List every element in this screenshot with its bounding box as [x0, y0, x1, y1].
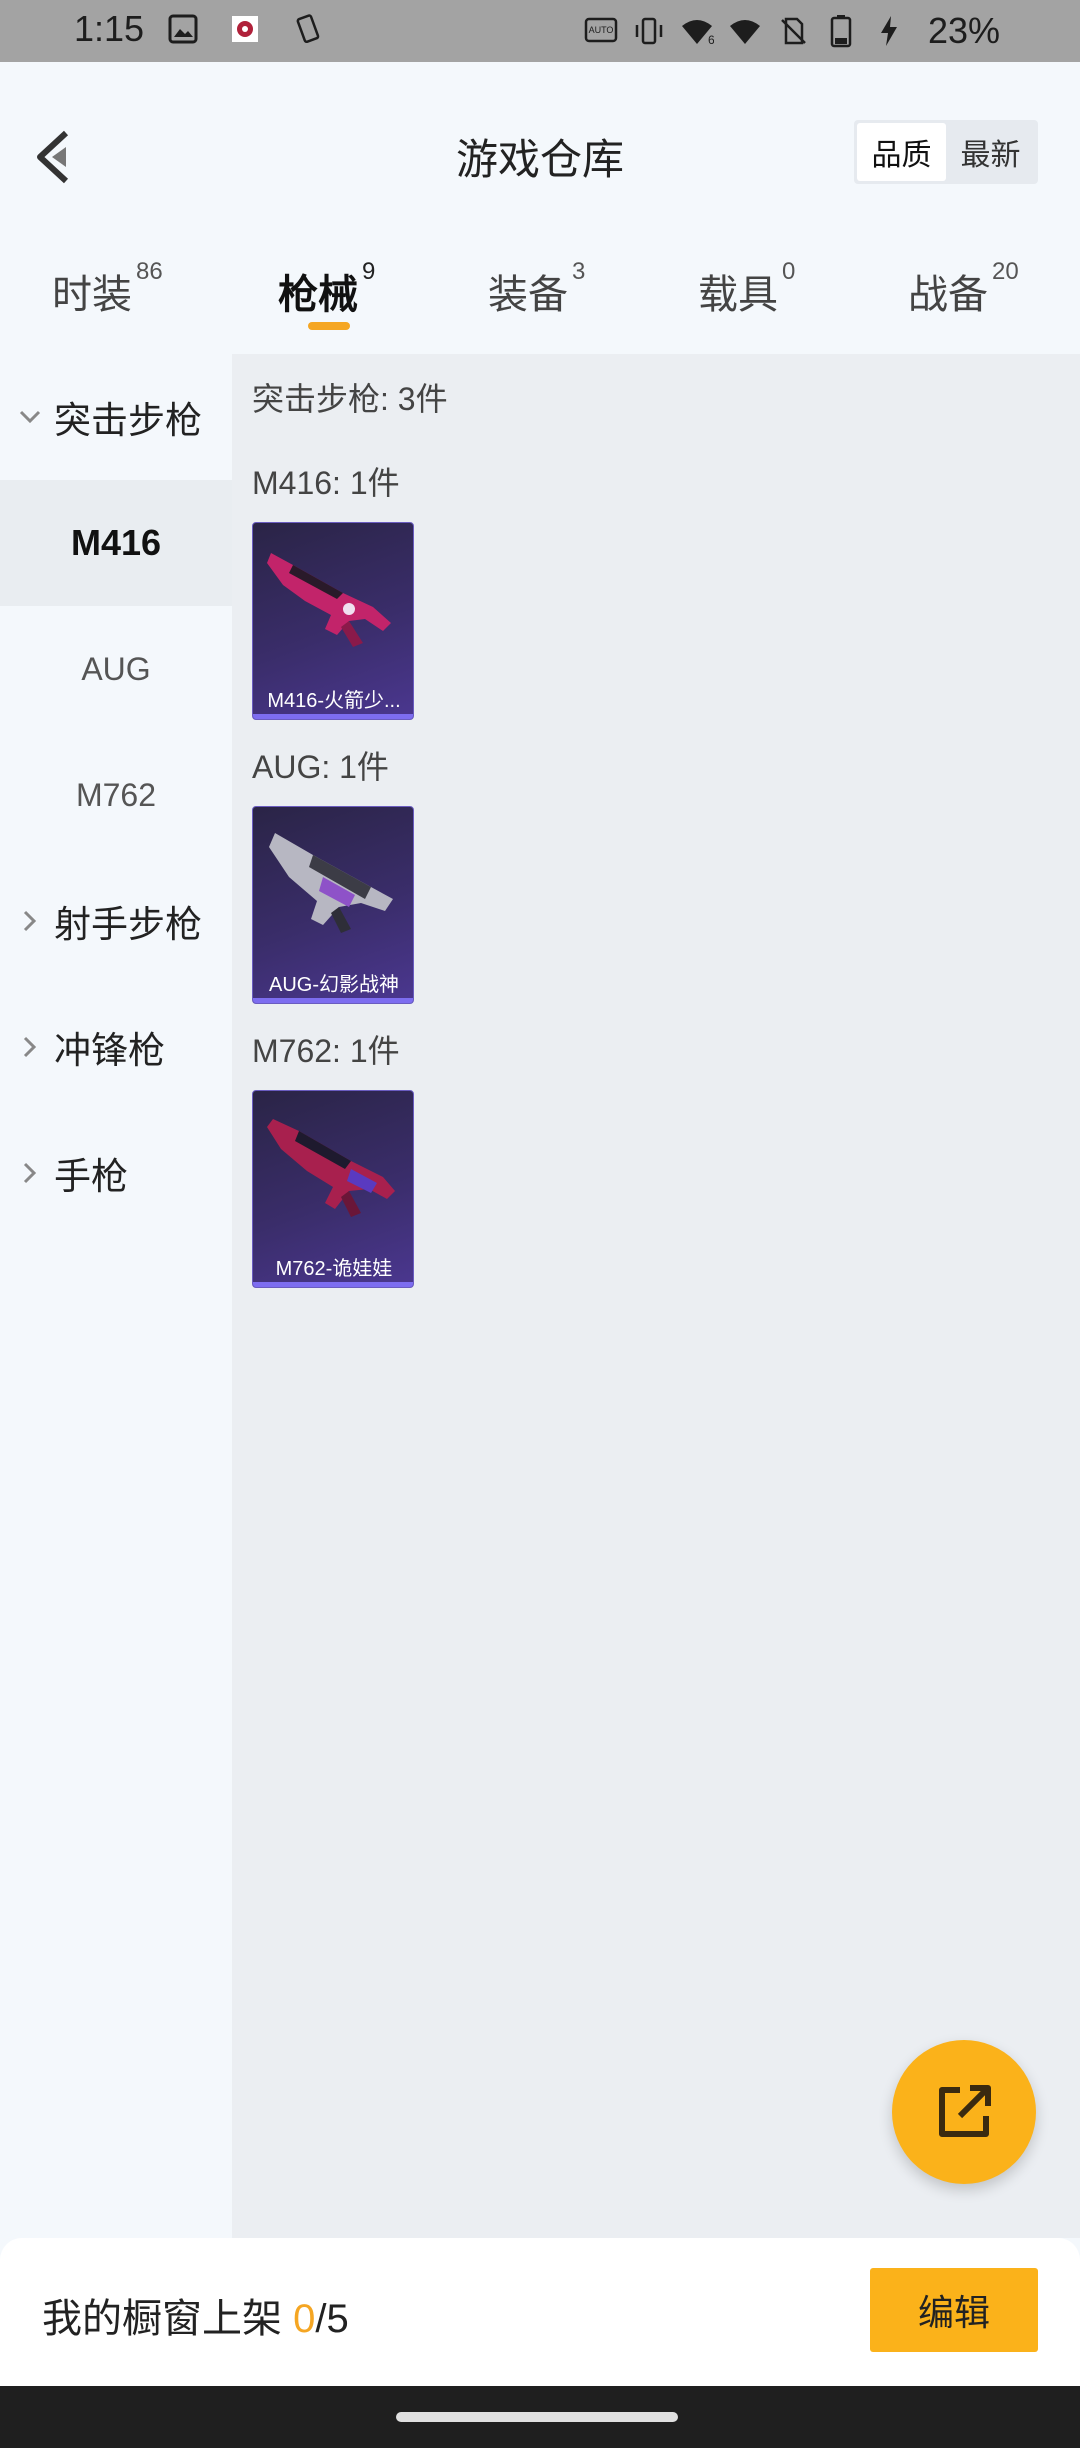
- group-heading-m762: M762: 1件: [252, 1033, 400, 1069]
- tab-supplies[interactable]: 战备20: [908, 258, 1019, 320]
- weapon-card-aug[interactable]: AUG-幻影战神: [252, 806, 414, 1004]
- showcase-status: 我的橱窗上架 0/5: [42, 2286, 349, 2344]
- weapon-category-sidebar: 突击步枪 M416 AUG M762 射手步枪 冲锋枪 手枪: [0, 354, 232, 2238]
- tab-count: 86: [136, 258, 163, 285]
- aug-skin-image: [269, 833, 393, 933]
- sort-toggle: 品质 最新: [854, 120, 1038, 184]
- weapon-card-m416[interactable]: M416-火箭少...: [252, 522, 414, 720]
- m762-skin-image: [267, 1119, 395, 1217]
- category-label: 冲锋枪: [54, 1030, 165, 1071]
- weapon-card-name: AUG-幻影战神: [269, 974, 399, 996]
- svg-text:AUTO: AUTO: [589, 25, 614, 35]
- category-label: 突击步枪: [54, 400, 202, 441]
- tab-vehicles[interactable]: 载具0: [698, 258, 795, 320]
- weapon-card-m762[interactable]: M762-诡娃娃: [252, 1090, 414, 1288]
- showcase-total: /5: [315, 2297, 349, 2341]
- external-link-icon: [939, 2085, 991, 2137]
- app-header: 游戏仓库 品质 最新: [0, 62, 1080, 242]
- showcase-count: 0: [293, 2297, 316, 2341]
- category-heading: 突击步枪: 3件: [252, 381, 448, 417]
- tab-count: 20: [992, 258, 1019, 285]
- vibrate-icon: [632, 14, 666, 48]
- sidebar-item-aug[interactable]: AUG: [0, 606, 232, 732]
- sidebar-item-m762[interactable]: M762: [0, 732, 232, 858]
- tab-count: 9: [362, 258, 376, 285]
- tab-count: 0: [782, 258, 796, 285]
- tab-count: 3: [572, 258, 586, 285]
- no-sim-icon: [776, 14, 810, 48]
- tab-outfits[interactable]: 时装86: [52, 258, 163, 320]
- category-tabs: 时装86 枪械9 装备3 载具0 战备20: [0, 242, 1080, 354]
- chevron-right-icon: [18, 1035, 42, 1059]
- showcase-bar: 我的橱窗上架 0/5 编辑: [0, 2238, 1080, 2386]
- sort-newest-option[interactable]: 最新: [946, 123, 1035, 181]
- svg-text:6: 6: [708, 33, 714, 46]
- rarity-bar: [253, 998, 413, 1003]
- tab-label: 时装: [52, 273, 132, 317]
- tab-label: 枪械: [278, 273, 358, 317]
- weapon-card-name: M416-火箭少...: [267, 690, 401, 712]
- chevron-right-icon: [18, 909, 42, 933]
- system-nav-bar: [0, 2386, 1080, 2448]
- chevron-right-icon: [18, 1161, 42, 1185]
- gallery-icon: [166, 12, 200, 46]
- group-heading-aug: AUG: 1件: [252, 749, 389, 785]
- sidebar-category-marksman-rifles[interactable]: 射手步枪: [0, 858, 232, 984]
- edit-button[interactable]: 编辑: [870, 2268, 1038, 2352]
- category-label: 射手步枪: [54, 904, 202, 945]
- showcase-label: 我的橱窗上架: [42, 2297, 294, 2341]
- status-bar: 1:15 AUTO 6 23%: [0, 0, 1080, 62]
- group-heading-m416: M416: 1件: [252, 465, 400, 501]
- tab-firearms[interactable]: 枪械9: [278, 258, 375, 320]
- sidebar-item-m416[interactable]: M416: [0, 480, 232, 606]
- tab-equipment[interactable]: 装备3: [488, 258, 585, 320]
- wifi-6-icon: 6: [680, 14, 714, 48]
- rarity-bar: [253, 714, 413, 719]
- charging-icon: [872, 14, 906, 48]
- battery-percent: 23%: [927, 10, 1000, 51]
- battery-icon: [824, 14, 858, 48]
- sort-quality-option[interactable]: 品质: [857, 123, 946, 181]
- sidebar-category-assault-rifles[interactable]: 突击步枪: [0, 354, 232, 480]
- refresh-rate-icon: AUTO: [584, 14, 618, 48]
- tab-label: 载具: [698, 273, 778, 317]
- category-label: 手枪: [54, 1156, 128, 1197]
- tab-label: 战备: [908, 273, 988, 317]
- sidebar-category-smgs[interactable]: 冲锋枪: [0, 984, 232, 1110]
- wifi-icon: [728, 14, 762, 48]
- chevron-down-icon: [18, 405, 42, 429]
- tab-label: 装备: [488, 273, 568, 317]
- active-tab-indicator: [308, 322, 350, 330]
- weapon-card-name: M762-诡娃娃: [275, 1258, 393, 1280]
- weapon-list: 突击步枪: 3件 M416: 1件 M416-火箭少... AUG: 1件 AU…: [232, 354, 1080, 2238]
- rarity-bar: [253, 1282, 413, 1287]
- home-gesture-handle[interactable]: [396, 2412, 678, 2422]
- sidebar-category-pistols[interactable]: 手枪: [0, 1110, 232, 1236]
- m416-skin-image: [267, 553, 391, 647]
- screen-rotate-icon: [290, 12, 324, 46]
- status-time: 1:15: [74, 8, 145, 49]
- app-notification-icon: [228, 12, 262, 46]
- share-button[interactable]: [892, 2040, 1036, 2184]
